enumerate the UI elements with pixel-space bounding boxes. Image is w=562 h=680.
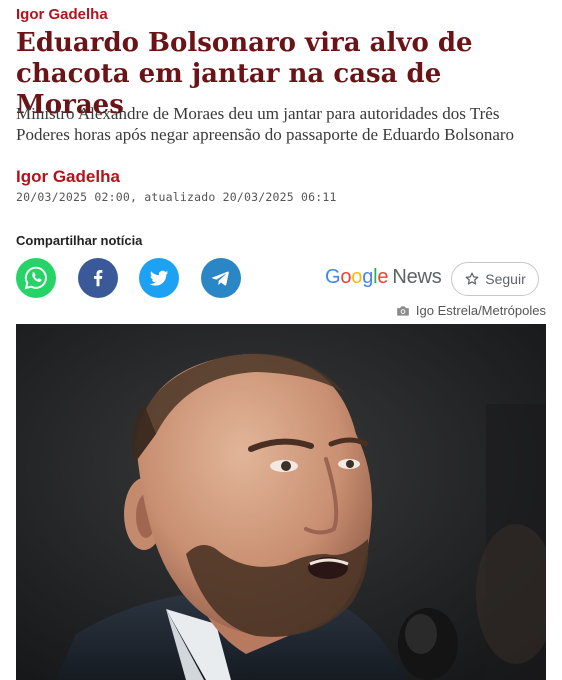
share-facebook-button[interactable] (78, 258, 118, 298)
facebook-icon (94, 270, 103, 287)
google-letter: G (325, 266, 341, 288)
author-name[interactable]: Igor Gadelha (16, 167, 120, 187)
google-letter: o (351, 266, 363, 288)
photo-credit: Igo Estrela/Metrópoles (396, 303, 546, 318)
column-kicker[interactable]: Igor Gadelha (16, 6, 108, 23)
google-letter: o (340, 266, 352, 288)
google-letter: e (377, 266, 389, 288)
article-subtitle: Ministro Alexandre de Moraes deu um jant… (16, 104, 515, 144)
photo-credit-text: Igo Estrela/Metrópoles (415, 303, 546, 318)
google-logo: Google (325, 266, 389, 288)
google-letter: g (362, 266, 374, 288)
publish-dates: 20/03/2025 02:00, atualizado 20/03/2025 … (16, 190, 337, 204)
share-whatsapp-button[interactable] (16, 258, 56, 298)
follow-label: Seguir (485, 271, 526, 287)
share-title: Compartilhar notícia (16, 233, 143, 248)
news-label: News (392, 266, 442, 288)
telegram-icon (212, 271, 229, 286)
follow-button[interactable]: Seguir (451, 262, 539, 296)
share-telegram-button[interactable] (201, 258, 241, 298)
star-icon (465, 272, 479, 285)
google-news-link[interactable]: Google News (325, 266, 442, 289)
camera-icon (397, 305, 409, 316)
whatsapp-icon (24, 266, 47, 290)
twitter-icon (149, 270, 169, 286)
portrait-image (16, 324, 546, 680)
share-twitter-button[interactable] (139, 258, 179, 298)
article-photo[interactable] (16, 324, 546, 680)
